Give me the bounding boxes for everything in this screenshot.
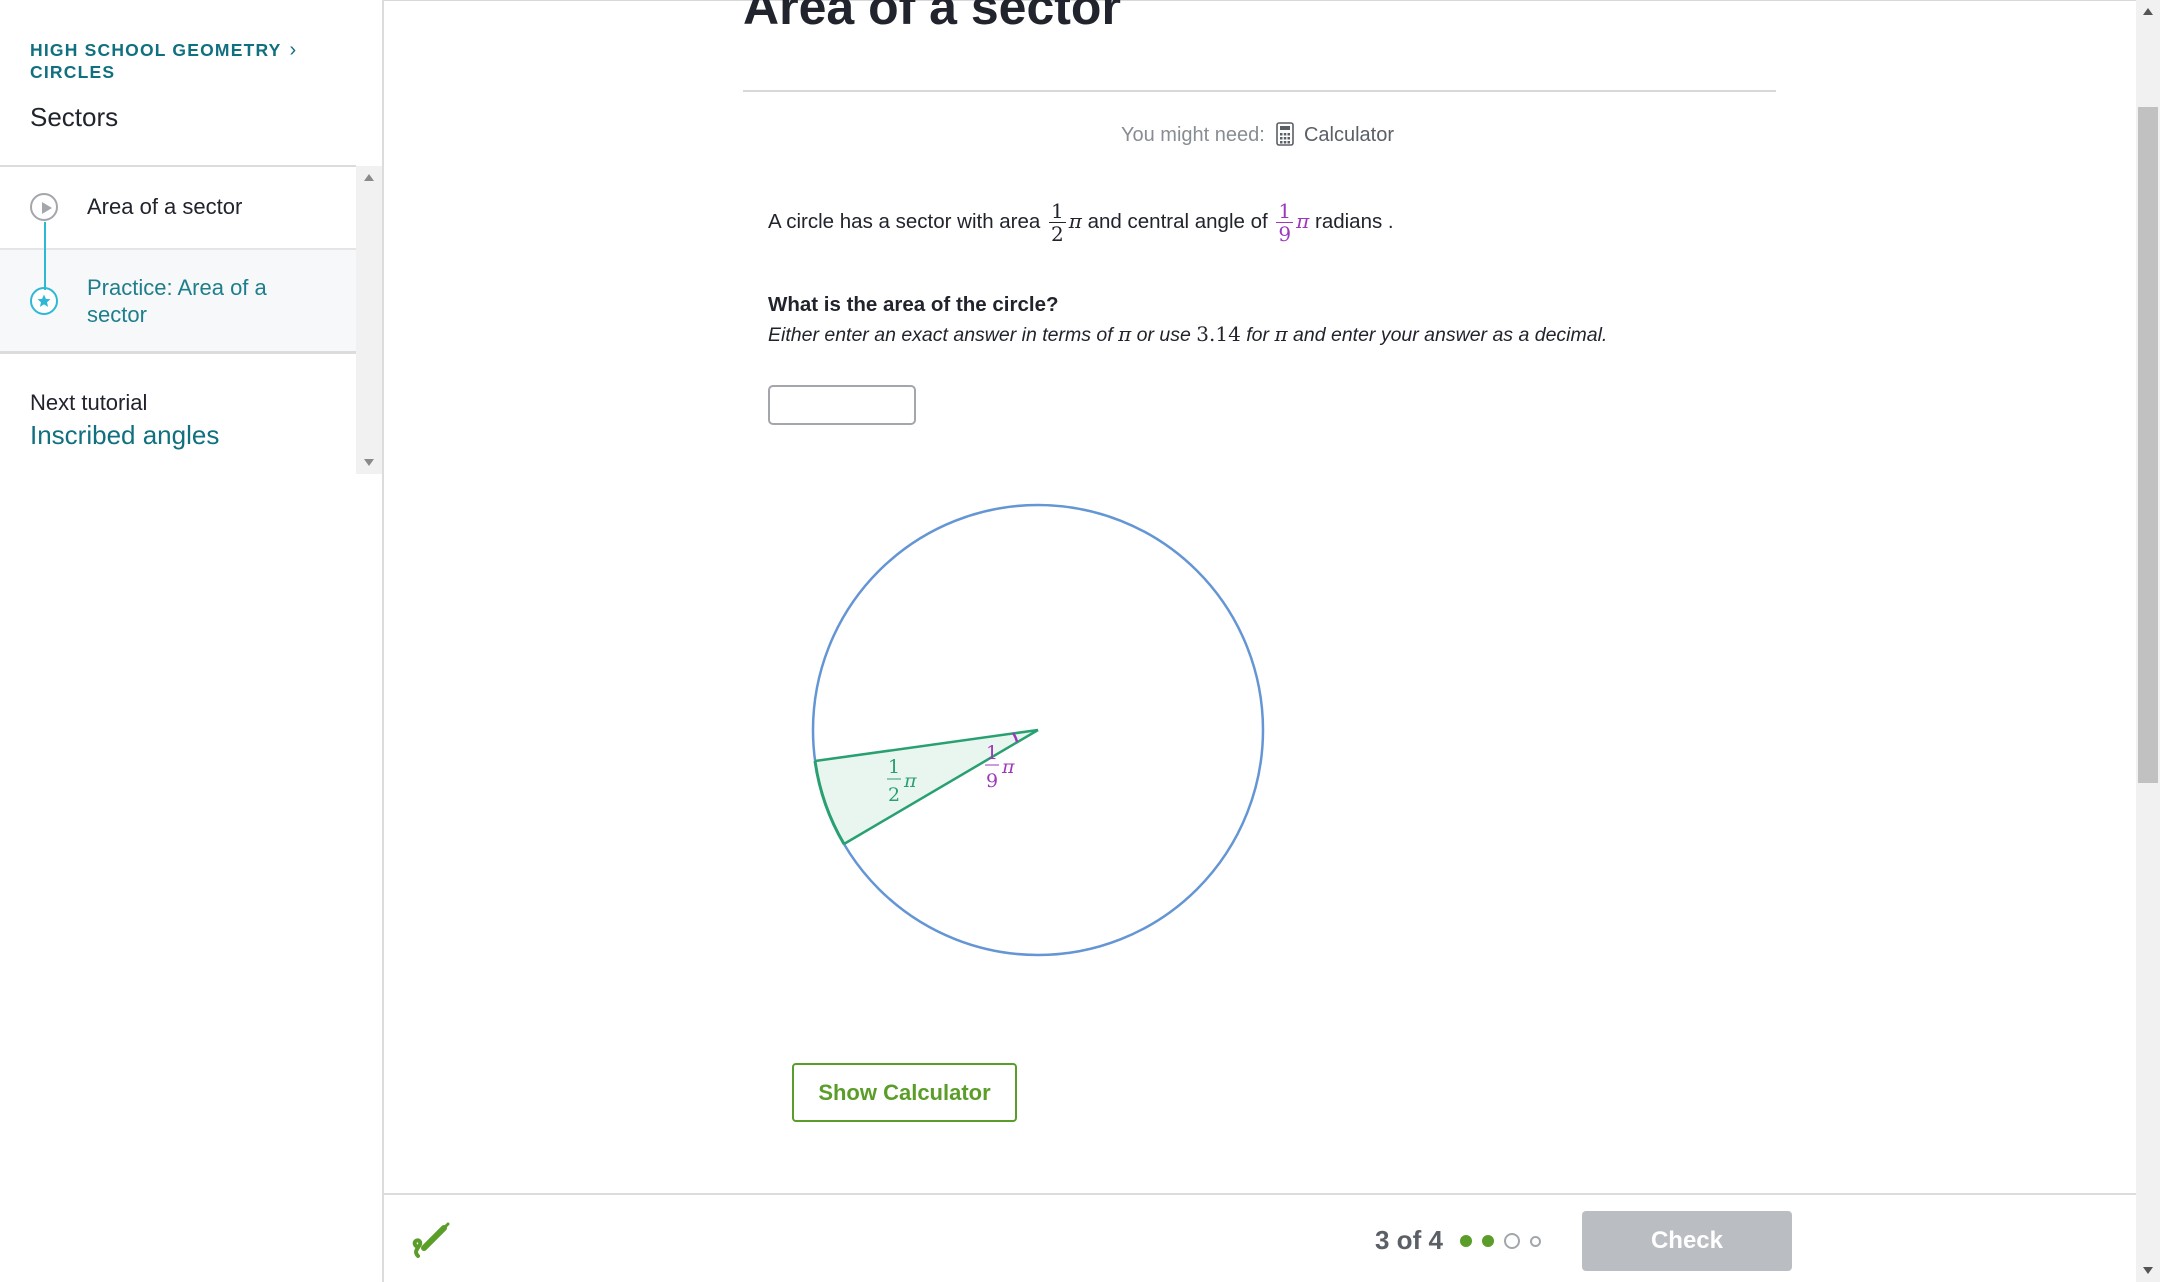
show-calculator-button[interactable]: Show Calculator [792, 1063, 1017, 1122]
sidebar-divider [0, 351, 356, 354]
page-title: Area of a sector [743, 0, 1121, 35]
next-tutorial-link[interactable]: Inscribed angles [30, 420, 219, 451]
check-button[interactable]: Check [1582, 1211, 1792, 1271]
question-hint: Either enter an exact answer in terms of… [768, 322, 1607, 347]
angle-label-numerator: 1 [986, 742, 998, 764]
area-denominator: 2 [1051, 222, 1064, 246]
sector-fill [815, 730, 1038, 844]
progress-dot-done [1482, 1235, 1494, 1247]
chevron-right-icon: › [289, 39, 298, 61]
calculator-icon [1276, 122, 1295, 152]
sidebar-item-area-of-sector[interactable]: Area of a sector [0, 167, 356, 250]
pi-symbol: π [1296, 208, 1310, 233]
breadcrumb-course-label[interactable]: HIGH SCHOOL GEOMETRY [30, 40, 282, 60]
pi-symbol: π [1118, 322, 1132, 346]
question-suffix: radians . [1315, 209, 1394, 233]
unit-title: Sectors [30, 102, 119, 132]
hint-part: for [1246, 324, 1270, 346]
lesson-list: Area of a sector Practice: Area of a sec… [0, 167, 356, 354]
area-label-pi: π [903, 770, 917, 792]
progress-dot-done [1460, 1235, 1472, 1247]
question-middle: and central angle of [1087, 209, 1268, 233]
progress-dot-todo [1530, 1235, 1541, 1247]
question-text: A circle has a sector with area 12π and … [768, 200, 1394, 245]
hint-part: Either enter an exact answer in terms of [768, 324, 1113, 346]
answer-input[interactable] [768, 385, 916, 425]
scrollbar-thumb[interactable] [2138, 107, 2158, 783]
area-fraction: 12 [1049, 200, 1066, 245]
sidebar-item-label: Practice: Area of a sector [87, 275, 267, 327]
breadcrumb-course[interactable]: HIGH SCHOOL GEOMETRY › [30, 38, 297, 63]
progress-connector [44, 222, 46, 290]
star-icon [30, 287, 58, 315]
progress-dots [1460, 1233, 1541, 1249]
progress-dot-current [1504, 1233, 1520, 1249]
area-label-numerator: 1 [888, 756, 900, 778]
question-prefix: A circle has a sector with area [768, 209, 1041, 233]
page-scrollbar[interactable] [2136, 0, 2160, 1282]
pi-symbol: π [1068, 208, 1082, 233]
scroll-up-icon[interactable] [2143, 8, 2153, 15]
sidebar-item-practice[interactable]: Practice: Area of a sector [0, 250, 356, 354]
pi-symbol: π [1274, 322, 1288, 346]
area-label-denominator: 2 [888, 784, 900, 806]
area-numerator: 1 [1049, 199, 1066, 223]
hint-part: or use [1136, 324, 1191, 346]
footer-divider [383, 1193, 2136, 1195]
sidebar-scrollbar[interactable] [356, 166, 382, 474]
breadcrumb-unit[interactable]: CIRCLES [30, 62, 115, 83]
question-prompt: What is the area of the circle? [768, 293, 1059, 316]
sidebar: HIGH SCHOOL GEOMETRY › CIRCLES Sectors Ar… [0, 0, 384, 1282]
angle-numerator: 1 [1276, 199, 1294, 223]
progress-count: 3 of 4 [1375, 1225, 1443, 1255]
scroll-up-icon[interactable] [364, 174, 374, 181]
angle-fraction: 19 [1276, 199, 1294, 246]
scratchpad-pencil-icon[interactable] [408, 1220, 450, 1267]
angle-label-pi: π [1001, 756, 1015, 778]
might-need-row: You might need: Calculator [1121, 122, 1394, 152]
title-divider [743, 90, 1776, 92]
hint-value: 3.14 [1196, 322, 1241, 346]
might-need-label: You might need: [1121, 124, 1265, 146]
sidebar-item-label: Area of a sector [87, 194, 243, 219]
play-icon [30, 193, 58, 221]
scroll-down-icon[interactable] [364, 459, 374, 466]
angle-label-denominator: 9 [986, 770, 998, 792]
hint-part: and enter your answer as a decimal. [1293, 324, 1608, 346]
scroll-down-icon[interactable] [2143, 1267, 2153, 1274]
calculator-link[interactable]: Calculator [1304, 124, 1394, 146]
next-tutorial-label: Next tutorial [30, 390, 148, 415]
angle-denominator: 9 [1278, 222, 1292, 246]
circle-diagram: 1 2 π 1 9 π [811, 503, 1265, 957]
